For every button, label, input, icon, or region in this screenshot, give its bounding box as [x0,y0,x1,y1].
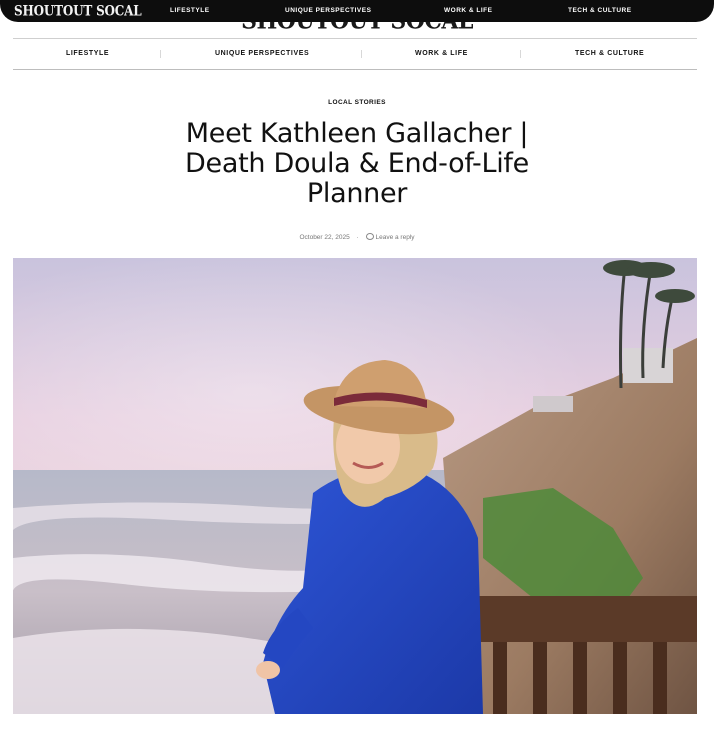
leave-reply-link[interactable]: Leave a reply [365,233,415,241]
comment-icon [365,233,374,240]
nav-work-life[interactable]: WORK & LIFE [415,50,468,57]
sticky-nav-lifestyle[interactable]: LIFESTYLE [170,7,210,14]
nav-divider [520,50,521,58]
article-meta: October 22, 2025 · Leave a reply [0,233,714,241]
post-date[interactable]: October 22, 2025 [299,234,349,241]
leave-reply-label: Leave a reply [375,234,415,241]
sticky-nav-work-life[interactable]: WORK & LIFE [444,7,492,14]
article-title: Meet Kathleen Gallacher | Death Doula & … [185,118,529,209]
hero-image [13,258,697,714]
sticky-logo[interactable]: SHOUTOUT SOCAL [14,3,142,19]
sticky-nav-tech-culture[interactable]: TECH & CULTURE [568,7,632,14]
nav-unique-perspectives[interactable]: UNIQUE PERSPECTIVES [215,50,309,57]
sticky-nav-unique-perspectives[interactable]: UNIQUE PERSPECTIVES [285,7,371,14]
nav-divider [160,50,161,58]
nav-lifestyle[interactable]: LIFESTYLE [66,50,109,57]
nav-divider [361,50,362,58]
sticky-header: SHOUTOUT SOCAL LIFESTYLE UNIQUE PERSPECT… [0,0,714,22]
category-link[interactable]: LOCAL STORIES [0,99,714,106]
main-nav: LIFESTYLE UNIQUE PERSPECTIVES WORK & LIF… [13,38,697,70]
meta-separator: · [356,234,359,241]
nav-tech-culture[interactable]: TECH & CULTURE [575,50,644,57]
